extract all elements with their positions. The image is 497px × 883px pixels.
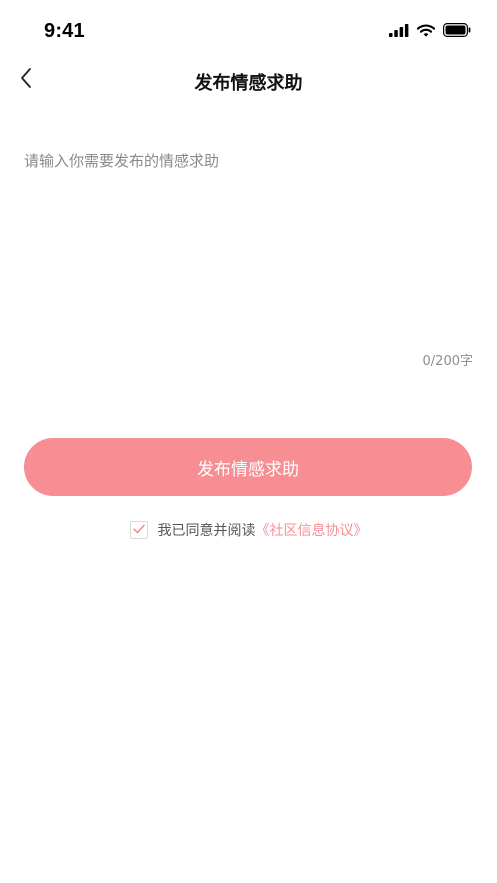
status-icons bbox=[389, 22, 471, 41]
status-bar: 9:41 bbox=[0, 0, 497, 60]
post-content-area: 0/200字 bbox=[24, 140, 473, 380]
post-content-input[interactable] bbox=[24, 140, 473, 350]
battery-icon bbox=[443, 22, 471, 41]
agreement: 我已同意并阅读《社区信息协议》 bbox=[0, 520, 497, 540]
page-title: 发布情感求助 bbox=[194, 73, 303, 94]
check-icon bbox=[132, 522, 145, 538]
agreement-link[interactable]: 《社区信息协议》 bbox=[256, 523, 368, 539]
status-time: 9:41 bbox=[44, 20, 85, 42]
agree-checkbox[interactable] bbox=[129, 521, 148, 539]
char-count: 0/200字 bbox=[422, 354, 473, 369]
agreement-label: 我已同意并阅读《社区信息协议》 bbox=[158, 520, 368, 540]
cellular-signal-icon bbox=[389, 22, 409, 41]
wifi-icon bbox=[416, 22, 436, 41]
submit-button[interactable]: 发布情感求助 bbox=[24, 438, 472, 496]
agreement-text: 我已同意并阅读 bbox=[157, 523, 256, 539]
nav-bar: 发布情感求助 bbox=[0, 58, 497, 104]
